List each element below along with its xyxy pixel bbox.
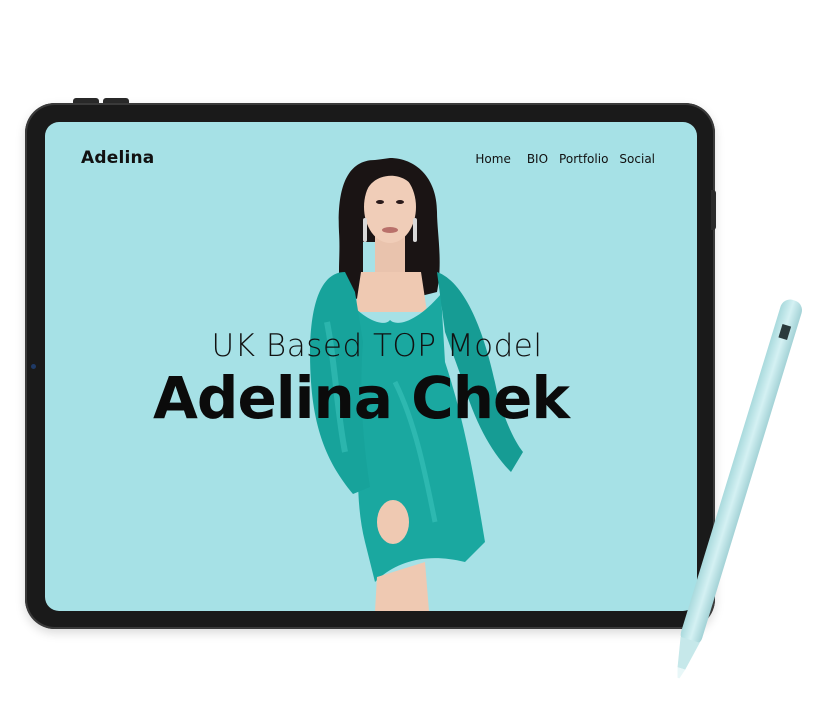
product-mockup-scene: Adelina Home BIO Portfolio Social UK Bas… [0, 0, 823, 708]
hero-subtitle: UK Based TOP Model [211, 328, 543, 364]
hero-headline: Adelina Chek [153, 364, 570, 432]
